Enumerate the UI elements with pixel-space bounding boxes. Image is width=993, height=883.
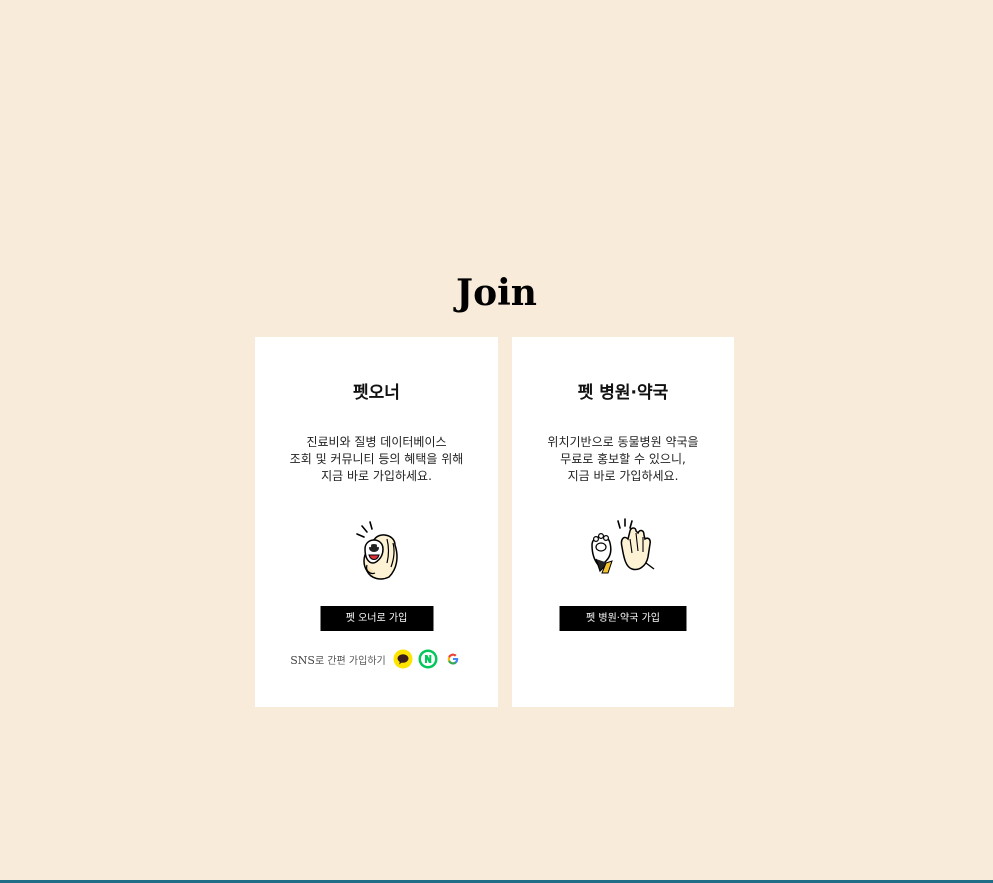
page-title: Join xyxy=(456,272,537,314)
pet-hospital-desc-line-3: 지금 바로 가입하세요. xyxy=(567,469,679,483)
google-icon[interactable] xyxy=(443,649,463,669)
kakao-icon[interactable] xyxy=(393,649,413,669)
pet-hospital-desc-line-1: 위치기반으로 동물병원 약국을 xyxy=(547,435,699,449)
sns-label-ko: 로 간편 가입하기 xyxy=(314,655,386,667)
pet-hospital-card: 펫 병원·약국 위치기반으로 동물병원 약국을 무료로 홍보할 수 있으니, 지… xyxy=(512,337,734,707)
pet-owner-desc-line-3: 지금 바로 가입하세요. xyxy=(321,469,432,483)
pet-owner-join-button[interactable]: 펫 오너로 가입 xyxy=(320,606,433,631)
dog-paw-hand-icon xyxy=(349,517,405,587)
pet-owner-card: 펫오너 진료비와 질병 데이터베이스 조회 및 커뮤니티 등의 혜택을 위해 지… xyxy=(255,337,498,707)
pet-owner-desc-line-2: 조회 및 커뮤니티 등의 혜택을 위해 xyxy=(289,452,464,466)
pet-hospital-title: 펫 병원·약국 xyxy=(577,383,669,403)
paw-high-five-icon xyxy=(588,517,658,581)
naver-icon[interactable] xyxy=(418,649,438,669)
pet-hospital-join-button[interactable]: 펫 병원·약국 가입 xyxy=(559,606,687,631)
sns-login-label: SNS로 간편 가입하기 xyxy=(290,652,385,667)
pet-owner-description: 진료비와 질병 데이터베이스 조회 및 커뮤니티 등의 혜택을 위해 지금 바로… xyxy=(255,434,498,485)
sns-login-row: SNS로 간편 가입하기 xyxy=(255,649,498,669)
pet-owner-desc-line-1: 진료비와 질병 데이터베이스 xyxy=(306,435,447,449)
pet-hospital-description: 위치기반으로 동물병원 약국을 무료로 홍보할 수 있으니, 지금 바로 가입하… xyxy=(512,434,734,485)
pet-owner-title: 펫오너 xyxy=(353,383,400,403)
sns-label-en: SNS xyxy=(290,653,315,667)
pet-hospital-desc-line-2: 무료로 홍보할 수 있으니, xyxy=(560,452,686,466)
